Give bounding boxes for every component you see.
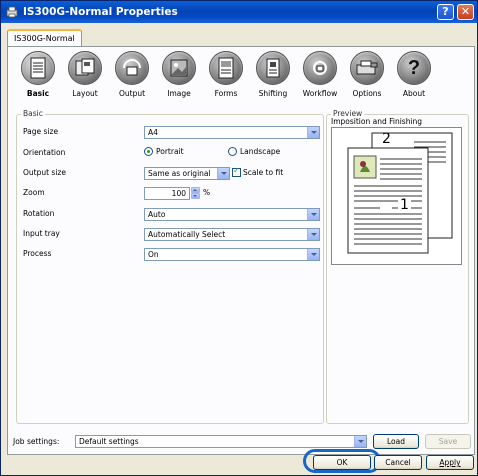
job-settings-value: Default settings xyxy=(79,437,139,446)
preview-group: Preview Imposition and Finishing 2 1 xyxy=(326,109,469,424)
properties-window: IS300G-Normal Properties ? ✕ IS300G-Norm… xyxy=(0,0,478,476)
load-button[interactable]: Load xyxy=(373,434,419,449)
preview-caption: Imposition and Finishing xyxy=(331,117,423,126)
zoom-input[interactable]: 100 xyxy=(144,187,190,200)
tool-label: About xyxy=(402,89,426,98)
page-size-value: A4 xyxy=(148,128,158,137)
help-button[interactable]: ? xyxy=(437,4,454,20)
zoom-spinner[interactable] xyxy=(191,187,200,200)
checkmark-icon xyxy=(232,166,241,177)
printer-title-icon xyxy=(6,6,18,18)
chevron-down-icon[interactable] xyxy=(307,229,319,240)
tool-workflow[interactable]: Workflow xyxy=(298,49,342,98)
chevron-down-icon[interactable] xyxy=(217,168,229,179)
ok-button[interactable]: OK xyxy=(313,455,371,470)
output-size-value: Same as original xyxy=(148,169,211,178)
output-size-select[interactable]: Same as original xyxy=(144,167,230,180)
chevron-down-icon[interactable] xyxy=(354,436,366,447)
basic-doc-icon xyxy=(21,51,55,85)
job-settings-select[interactable]: Default settings xyxy=(75,435,367,448)
process-label: Process xyxy=(23,249,52,258)
rotation-select[interactable]: Auto xyxy=(144,208,320,221)
close-button[interactable]: ✕ xyxy=(457,4,474,20)
shifting-icon xyxy=(256,51,290,85)
orientation-label: Orientation xyxy=(23,148,66,157)
tool-label: Forms xyxy=(214,89,238,98)
cancel-button[interactable]: Cancel xyxy=(374,455,422,470)
tool-forms[interactable]: Forms xyxy=(204,49,248,98)
save-button[interactable]: Save xyxy=(425,434,471,449)
tab-is300g-normal[interactable]: IS300G-Normal xyxy=(7,29,82,47)
workflow-icon xyxy=(303,51,337,85)
zoom-unit: % xyxy=(203,188,211,197)
tool-about[interactable]: ? About xyxy=(392,49,436,98)
tool-options[interactable]: Options xyxy=(345,49,389,98)
tab-panel: Basic Layout Output Image Forms Shifting… xyxy=(7,46,475,455)
tab-strip: IS300G-Normal xyxy=(5,27,477,47)
portrait-radio[interactable]: Portrait xyxy=(144,147,184,156)
layout-icon xyxy=(68,51,102,85)
tool-label: Workflow xyxy=(302,89,338,98)
tool-layout[interactable]: Layout xyxy=(63,49,107,98)
input-tray-label: Input tray xyxy=(23,229,60,238)
chevron-down-icon[interactable] xyxy=(307,249,319,260)
input-tray-select[interactable]: Automatically Select xyxy=(144,228,320,241)
tool-label: Basic xyxy=(26,89,50,98)
preview-image: 2 1 xyxy=(331,127,462,265)
page-size-label: Page size xyxy=(23,127,59,136)
front-page-number: 1 xyxy=(398,197,411,213)
tool-label: Options xyxy=(352,89,382,98)
tool-basic[interactable]: Basic xyxy=(16,49,60,98)
input-tray-value: Automatically Select xyxy=(148,230,226,239)
process-value: On xyxy=(148,250,159,259)
tool-label: Layout xyxy=(72,89,98,98)
job-settings-label: Job settings: xyxy=(13,437,60,446)
landscape-radio[interactable]: Landscape xyxy=(228,147,280,156)
spin-down-icon[interactable] xyxy=(191,193,200,199)
preview-pages-illustration xyxy=(347,132,453,254)
output-icon xyxy=(115,51,149,85)
output-size-label: Output size xyxy=(23,168,66,177)
tool-label: Shifting xyxy=(258,89,288,98)
forms-icon xyxy=(209,51,243,85)
window-title: IS300G-Normal Properties xyxy=(23,6,178,18)
process-select[interactable]: On xyxy=(144,248,320,261)
rotation-label: Rotation xyxy=(23,209,55,218)
tool-label: Output xyxy=(118,89,146,98)
tool-image[interactable]: Image xyxy=(157,49,201,98)
category-toolbar: Basic Layout Output Image Forms Shifting… xyxy=(16,49,466,105)
back-page-number: 2 xyxy=(382,131,391,147)
portrait-label: Portrait xyxy=(156,147,184,156)
chevron-down-icon[interactable] xyxy=(307,209,319,220)
scale-to-fit-checkbox[interactable]: Scale to fit xyxy=(232,166,284,177)
rotation-value: Auto xyxy=(148,210,166,219)
basic-legend: Basic xyxy=(21,109,45,118)
options-icon xyxy=(350,51,384,85)
image-icon xyxy=(162,51,196,85)
radio-selected-icon xyxy=(144,147,153,156)
about-icon: ? xyxy=(397,51,431,85)
title-bar[interactable]: IS300G-Normal Properties ? ✕ xyxy=(1,1,477,23)
chevron-down-icon[interactable] xyxy=(307,127,319,138)
tool-shifting[interactable]: Shifting xyxy=(251,49,295,98)
radio-unselected-icon xyxy=(228,147,237,156)
zoom-label: Zoom xyxy=(23,188,45,197)
apply-button[interactable]: Apply xyxy=(426,455,474,470)
landscape-label: Landscape xyxy=(240,147,281,156)
job-settings-row: Job settings: Default settings Load Save xyxy=(13,434,473,450)
page-size-select[interactable]: A4 xyxy=(144,126,320,139)
tool-output[interactable]: Output xyxy=(110,49,154,98)
tool-label: Image xyxy=(167,89,191,98)
scale-to-fit-label: Scale to fit xyxy=(243,168,284,177)
basic-group: Basic Page size A4 Orientation Portrait … xyxy=(16,109,324,424)
